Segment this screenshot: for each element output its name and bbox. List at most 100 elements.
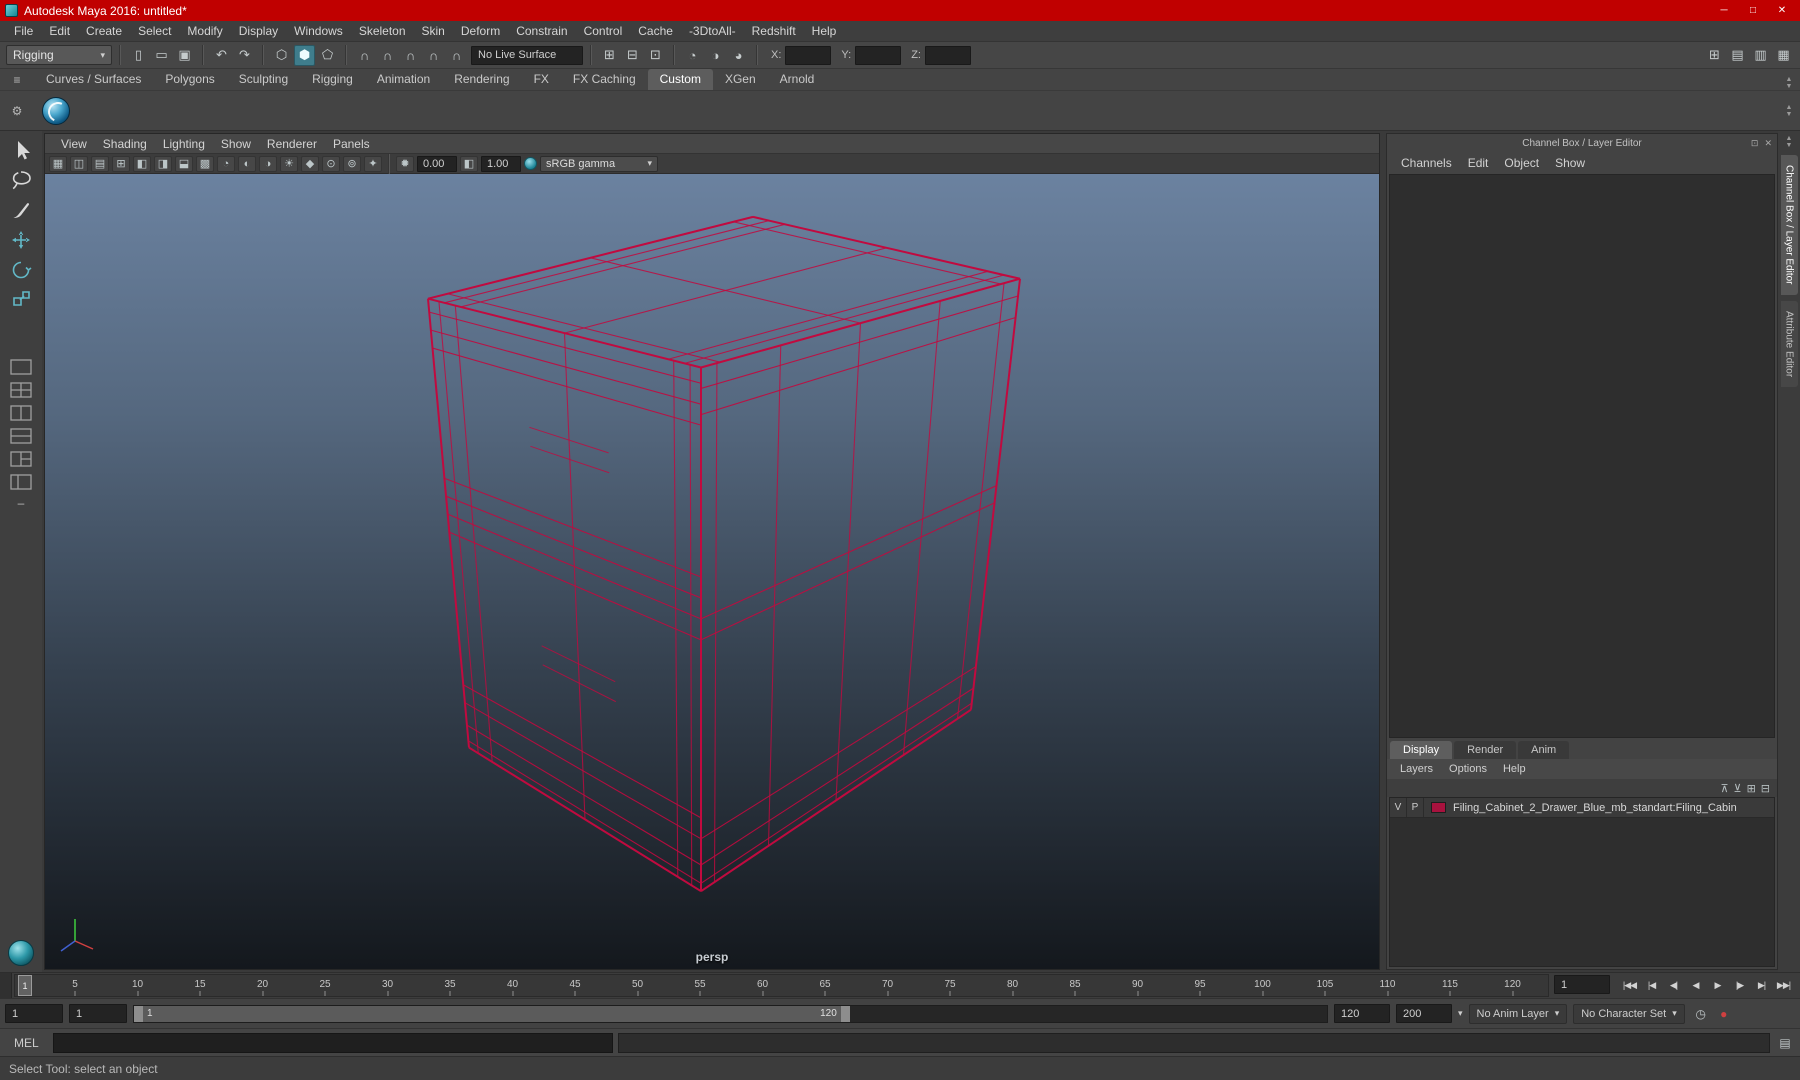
layer-menu-layers[interactable]: Layers — [1392, 762, 1441, 776]
dock-panel-icon[interactable]: ⊡ — [1751, 138, 1759, 149]
range-start-handle[interactable] — [134, 1005, 143, 1022]
render-current-frame-icon[interactable]: ◑ — [705, 45, 726, 66]
layer-playback-toggle[interactable]: P — [1407, 798, 1424, 817]
scale-tool[interactable] — [5, 285, 37, 314]
playback-options-icon[interactable]: ◷ — [1691, 1004, 1711, 1024]
timeline-playhead[interactable]: 1 — [18, 975, 32, 996]
lasso-tool[interactable] — [5, 165, 37, 194]
menu-deform[interactable]: Deform — [453, 22, 508, 40]
shelf-tab-polygons[interactable]: Polygons — [153, 69, 226, 90]
input-operations-icon[interactable]: ⊞ — [599, 45, 620, 66]
select-camera-icon[interactable]: ▦ — [49, 155, 67, 172]
y-input[interactable] — [855, 45, 902, 65]
menu-3dtoall[interactable]: -3DtoAll- — [681, 22, 744, 40]
open-scene-icon[interactable]: ▭ — [151, 45, 172, 66]
layer-menu-options[interactable]: Options — [1441, 762, 1495, 776]
shelf-tab-xgen[interactable]: XGen — [713, 69, 768, 90]
multisampling-icon[interactable]: ✦ — [364, 155, 382, 172]
animation-start-field[interactable]: 1 — [5, 1004, 63, 1023]
layer-editor-tab-render[interactable]: Render — [1454, 741, 1517, 759]
construction-history-icon[interactable]: ⊡ — [645, 45, 666, 66]
viewport-menu-lighting[interactable]: Lighting — [155, 136, 213, 152]
exposure-field[interactable]: 0.00 — [417, 155, 457, 172]
current-frame-field[interactable]: 1 — [1554, 975, 1610, 994]
minimize-button[interactable]: ─ — [1711, 2, 1737, 19]
layer-color-swatch[interactable] — [1431, 802, 1446, 813]
shelf-tab-curves-surfaces[interactable]: Curves / Surfaces — [34, 69, 153, 90]
undo-icon[interactable]: ↶ — [211, 45, 232, 66]
shelf-menu-icon[interactable]: ≡ — [0, 69, 34, 90]
layout-two-pane-stacked[interactable] — [6, 426, 36, 446]
shelf-tab-arnold[interactable]: Arnold — [768, 69, 827, 90]
gamma-icon[interactable]: ◧ — [460, 155, 478, 172]
go-to-end-button[interactable]: ▶▶| — [1773, 976, 1794, 995]
restore-button[interactable]: □ — [1740, 2, 1766, 19]
step-forward-frame-button[interactable]: |▶ — [1729, 976, 1750, 995]
motion-blur-icon[interactable]: ⊚ — [343, 155, 361, 172]
menu-skin[interactable]: Skin — [414, 22, 453, 40]
outliner-toggle-icon[interactable]: ▤ — [1727, 45, 1748, 66]
sidebar-tab-channel-box-layer-editor[interactable]: Channel Box / Layer Editor — [1780, 155, 1798, 295]
step-back-key-button[interactable]: |◀ — [1641, 976, 1662, 995]
view-transform-dropdown[interactable]: sRGB gamma ▾ — [540, 155, 658, 172]
shadows-toggle-icon[interactable]: ◆ — [301, 155, 319, 172]
shelf-tab-sculpting[interactable]: Sculpting — [227, 69, 300, 90]
screen-space-ao-icon[interactable]: ⊙ — [322, 155, 340, 172]
select-hierarchy-icon[interactable]: ⬡ — [271, 45, 292, 66]
menu-help[interactable]: Help — [804, 22, 845, 40]
shelf-tab-custom[interactable]: Custom — [647, 69, 713, 90]
camera-attributes-icon[interactable]: ▤ — [91, 155, 109, 172]
shelf-item-plugin-sphere[interactable] — [42, 96, 70, 125]
range-end-handle[interactable] — [840, 1005, 850, 1022]
save-scene-icon[interactable]: ▣ — [174, 45, 195, 66]
menu-display[interactable]: Display — [231, 22, 286, 40]
live-surface-field[interactable]: No Live Surface — [471, 45, 583, 65]
menu-file[interactable]: File — [6, 22, 41, 40]
exposure-icon[interactable]: ✹ — [396, 155, 414, 172]
channel-box-toggle-icon[interactable]: ▥ — [1750, 45, 1771, 66]
layout-four-pane[interactable] — [6, 380, 36, 400]
animation-end-field[interactable]: 200 — [1396, 1004, 1452, 1023]
paint-select-tool[interactable] — [5, 195, 37, 224]
move-layer-down-icon[interactable]: ⊻ — [1734, 782, 1742, 795]
go-to-start-button[interactable]: |◀◀ — [1619, 976, 1640, 995]
snap-to-point-icon[interactable]: ∩ — [400, 45, 421, 66]
menu-edit[interactable]: Edit — [41, 22, 78, 40]
viewport-menu-renderer[interactable]: Renderer — [259, 136, 325, 152]
grid-toggle-icon[interactable]: ▩ — [196, 155, 214, 172]
layout-outliner-persp[interactable] — [6, 472, 36, 492]
channel-box-menu-channels[interactable]: Channels — [1393, 154, 1460, 172]
layer-visibility-toggle[interactable]: V — [1390, 798, 1407, 817]
scroll-up-icon[interactable]: ▲ — [1786, 104, 1793, 111]
menu-select[interactable]: Select — [130, 22, 179, 40]
channel-box-menu-show[interactable]: Show — [1547, 154, 1593, 172]
playback-end-field[interactable]: 120 — [1334, 1004, 1390, 1023]
step-forward-key-button[interactable]: ▶| — [1751, 976, 1772, 995]
select-component-icon[interactable]: ⬠ — [317, 45, 338, 66]
move-layer-up-icon[interactable]: ⊼ — [1720, 782, 1728, 795]
x-input[interactable] — [785, 45, 832, 65]
playback-start-field[interactable]: 1 — [69, 1004, 127, 1023]
open-render-view-icon[interactable]: ◔ — [682, 45, 703, 66]
layer-editor-tab-display[interactable]: Display — [1390, 741, 1453, 759]
scroll-up-icon[interactable]: ▲ — [1786, 76, 1793, 83]
close-button[interactable]: ✕ — [1769, 2, 1795, 19]
layout-toggle-icon[interactable]: ▦ — [1773, 45, 1794, 66]
command-language-label[interactable]: MEL — [5, 1036, 48, 1050]
select-tool[interactable] — [5, 135, 37, 164]
two-d-pan-zoom-icon[interactable]: ◨ — [154, 155, 172, 172]
film-gate-icon[interactable]: ◔ — [217, 155, 235, 172]
viewport-menu-show[interactable]: Show — [213, 136, 259, 152]
make-live-icon[interactable]: ∩ — [446, 45, 467, 66]
layout-collapse-button[interactable]: – — [18, 496, 25, 510]
shelf-tab-fx-caching[interactable]: FX Caching — [561, 69, 648, 90]
layer-menu-help[interactable]: Help — [1495, 762, 1534, 776]
chevron-down-icon[interactable]: ▾ — [1458, 1008, 1463, 1019]
rotate-tool[interactable] — [5, 255, 37, 284]
viewport-menu-view[interactable]: View — [53, 136, 95, 152]
shelf-gear-icon[interactable]: ⚙ — [0, 91, 34, 130]
sidebar-tab-attribute-editor[interactable]: Attribute Editor — [1780, 300, 1798, 387]
viewport-menu-panels[interactable]: Panels — [325, 136, 378, 152]
layer-editor-tab-anim[interactable]: Anim — [1518, 741, 1570, 759]
select-object-icon[interactable]: ⬢ — [294, 44, 315, 66]
